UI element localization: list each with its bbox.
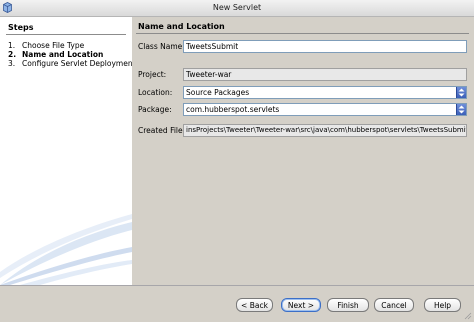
step-label: Choose File Type <box>22 41 85 50</box>
step-configure-servlet-deployment: 3. Configure Servlet Deployment <box>8 59 132 68</box>
help-button[interactable]: Help <box>424 298 461 312</box>
project-field: Tweeter-war <box>183 68 467 81</box>
resize-grip-icon[interactable] <box>464 312 472 320</box>
package-value: com.hubberspot.servlets <box>186 105 280 114</box>
next-button[interactable]: Next > <box>281 298 321 312</box>
project-label: Project: <box>138 70 167 79</box>
cancel-button[interactable]: Cancel <box>374 298 414 312</box>
step-name-and-location: 2. Name and Location <box>8 50 103 59</box>
created-file-label: Created File: <box>138 126 186 135</box>
title-bar: New Servlet <box>0 0 474 17</box>
package-dropdown-icon[interactable] <box>456 104 466 115</box>
step-label: Name and Location <box>22 50 104 59</box>
class-name-label: Class Name: <box>138 42 185 51</box>
step-number: 3. <box>8 59 16 68</box>
button-bar-divider <box>0 285 474 286</box>
decorative-swoosh <box>0 214 132 285</box>
steps-divider <box>6 34 126 35</box>
steps-title: Steps <box>8 23 34 32</box>
name-and-location-panel: Name and Location Class Name: TweetsSubm… <box>133 17 474 285</box>
panel-title: Name and Location <box>138 22 225 31</box>
step-label: Configure Servlet Deployment <box>22 59 132 68</box>
finish-button[interactable]: Finish <box>327 298 369 312</box>
location-value: Source Packages <box>186 88 250 97</box>
location-dropdown-icon[interactable] <box>456 87 466 98</box>
location-select[interactable]: Source Packages <box>183 86 467 99</box>
step-number: 2. <box>8 50 17 59</box>
package-label: Package: <box>138 105 172 114</box>
window-title: New Servlet <box>212 3 262 12</box>
steps-panel: Steps 1. Choose File Type 2. Name and Loca… <box>0 17 132 285</box>
back-button[interactable]: < Back <box>236 298 273 312</box>
step-choose-file-type: 1. Choose File Type <box>8 41 84 50</box>
class-name-input[interactable]: TweetsSubmit <box>183 40 467 53</box>
created-file-field: insProjects\Tweeter\Tweeter-war\src\java… <box>183 124 467 137</box>
step-number: 1. <box>8 41 16 50</box>
panel-divider <box>136 33 469 34</box>
location-label: Location: <box>138 88 173 97</box>
package-select[interactable]: com.hubberspot.servlets <box>183 103 467 116</box>
